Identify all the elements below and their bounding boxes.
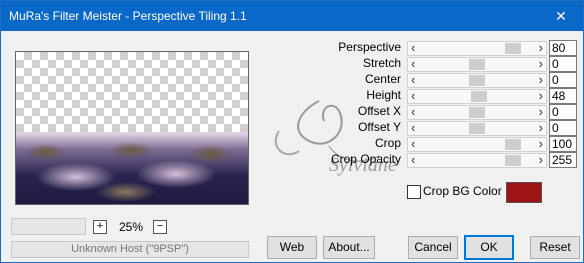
cancel-button[interactable]: Cancel — [408, 236, 458, 259]
preview-scroll-track[interactable] — [11, 218, 86, 235]
status-bar: Unknown Host ("9PSP") — [11, 241, 249, 258]
reset-button[interactable]: Reset — [530, 236, 580, 259]
offset-x-label: Offset X — [357, 104, 401, 118]
crop-slider-thumb[interactable] — [504, 139, 521, 150]
crop-opacity-label: Crop Opacity — [330, 152, 401, 166]
perspective-value-field[interactable]: 80 — [549, 40, 577, 56]
crop-opacity-value-field[interactable]: 255 — [549, 152, 577, 168]
offset-y-value-field[interactable]: 0 — [549, 120, 577, 136]
slider-left-arrow-icon[interactable]: ‹ — [411, 136, 415, 151]
preview-pane[interactable] — [15, 51, 249, 205]
crop-label: Crop — [374, 136, 401, 150]
center-label: Center — [364, 72, 401, 86]
center-slider-thumb[interactable] — [469, 75, 485, 86]
slider-right-arrow-icon[interactable]: › — [539, 72, 543, 87]
slider-right-arrow-icon[interactable]: › — [539, 88, 543, 103]
crop-bg-color-checkbox[interactable] — [407, 185, 421, 199]
offset-y-slider-thumb[interactable] — [469, 123, 485, 134]
offset-x-slider-thumb[interactable] — [469, 107, 485, 118]
about-button[interactable]: About... — [323, 236, 375, 259]
perspective-label: Perspective — [338, 40, 401, 54]
slider-left-arrow-icon[interactable]: ‹ — [411, 88, 415, 103]
slider-left-arrow-icon[interactable]: ‹ — [411, 72, 415, 87]
slider-left-arrow-icon[interactable]: ‹ — [411, 104, 415, 119]
height-slider-thumb[interactable] — [470, 91, 487, 102]
slider-right-arrow-icon[interactable]: › — [539, 136, 543, 151]
perspective-slider-thumb[interactable] — [504, 43, 521, 54]
zoom-level: 25% — [119, 220, 144, 234]
zoom-out-button[interactable]: − — [153, 220, 167, 234]
height-label: Height — [366, 88, 401, 102]
slider-left-arrow-icon[interactable]: ‹ — [411, 56, 415, 71]
stretch-slider[interactable]: ‹ › — [407, 56, 547, 72]
perspective-tiled-floor — [16, 132, 248, 204]
slider-right-arrow-icon[interactable]: › — [539, 120, 543, 135]
window-title: MuRa's Filter Meister - Perspective Tili… — [9, 9, 247, 23]
center-value-field[interactable]: 0 — [549, 72, 577, 88]
stretch-slider-thumb[interactable] — [469, 59, 485, 70]
filter-window: MuRa's Filter Meister - Perspective Tili… — [0, 0, 584, 263]
web-button[interactable]: Web — [267, 236, 317, 259]
center-slider[interactable]: ‹ › — [407, 72, 547, 88]
crop-opacity-slider-thumb[interactable] — [504, 155, 521, 166]
stretch-value-field[interactable]: 0 — [549, 56, 577, 72]
slider-right-arrow-icon[interactable]: › — [539, 104, 543, 119]
zoom-in-button[interactable]: + — [93, 220, 107, 234]
slider-left-arrow-icon[interactable]: ‹ — [411, 40, 415, 55]
ok-button[interactable]: OK — [464, 235, 514, 260]
offset-y-label: Offset Y — [358, 120, 401, 134]
offset-x-slider[interactable]: ‹ › — [407, 104, 547, 120]
slider-right-arrow-icon[interactable]: › — [539, 152, 543, 167]
crop-value-field[interactable]: 100 — [549, 136, 577, 152]
offset-y-slider[interactable]: ‹ › — [407, 120, 547, 136]
stretch-label: Stretch — [362, 56, 401, 70]
crop-slider[interactable]: ‹ › — [407, 136, 547, 152]
crop-bg-color-swatch[interactable] — [506, 182, 542, 203]
offset-x-value-field[interactable]: 0 — [549, 104, 577, 120]
height-slider[interactable]: ‹ › — [407, 88, 547, 104]
perspective-slider[interactable]: ‹ › — [407, 40, 547, 56]
slider-right-arrow-icon[interactable]: › — [539, 40, 543, 55]
title-bar: MuRa's Filter Meister - Perspective Tili… — [1, 1, 583, 31]
transparency-checkerboard — [16, 52, 248, 132]
crop-bg-color-label: Crop BG Color — [423, 184, 502, 198]
crop-opacity-slider[interactable]: ‹ › — [407, 152, 547, 168]
slider-left-arrow-icon[interactable]: ‹ — [411, 120, 415, 135]
close-button[interactable]: ✕ — [539, 1, 583, 31]
height-value-field[interactable]: 48 — [549, 88, 577, 104]
slider-right-arrow-icon[interactable]: › — [539, 56, 543, 71]
slider-left-arrow-icon[interactable]: ‹ — [411, 152, 415, 167]
